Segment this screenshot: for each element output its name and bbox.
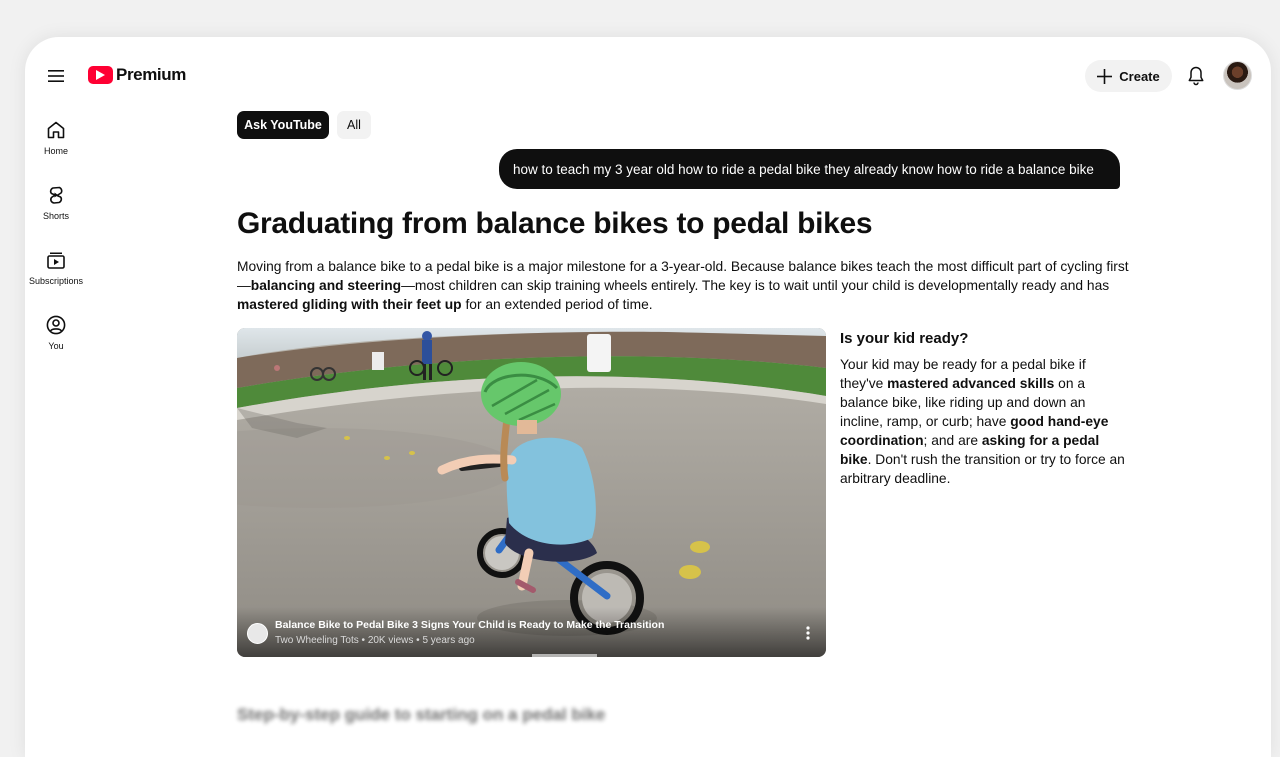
home-icon [47,121,65,139]
sidebar-item-label: Shorts [42,211,69,221]
ready-heading: Is your kid ready? [840,330,969,347]
avatar[interactable] [1223,61,1252,90]
youtube-play-icon [88,66,113,84]
channel-avatar-icon [247,623,268,644]
video-meta: Two Wheeling Tots • 20K views • 5 years … [275,635,475,646]
sidebar-item-label: Subscriptions [28,276,84,286]
plus-icon [1097,68,1113,84]
create-label: Create [1119,68,1160,84]
brand-name: Premium [116,65,186,84]
video-progress-handle [532,654,597,657]
sidebar-item-shorts[interactable]: Shorts [25,184,87,221]
user-query-bubble: how to teach my 3 year old how to ride a… [499,149,1120,189]
subscriptions-icon [47,252,65,269]
answer-headline: Graduating from balance bikes to pedal b… [237,207,873,240]
youtube-premium-logo[interactable]: Premium [88,65,186,85]
shorts-icon [49,186,63,204]
notifications-bell-icon[interactable] [1184,64,1208,88]
chip-ask-youtube[interactable]: Ask YouTube [237,111,329,139]
ready-paragraph: Your kid may be ready for a pedal bike i… [840,357,1125,486]
sidebar-item-label: You [48,341,64,351]
sidebar-item-label: Home [43,146,68,156]
app-window: Premium Create Home Shorts Subscriptions… [25,37,1271,757]
account-icon [46,315,66,335]
answer-intro: Moving from a balance bike to a pedal bi… [237,259,1129,312]
sidebar-item-you[interactable]: You [25,314,87,351]
video-info-bar: Balance Bike to Pedal Bike 3 Signs Your … [237,607,826,657]
next-section-heading: Step-by-step guide to starting on a peda… [237,705,606,724]
sidebar-item-subscriptions[interactable]: Subscriptions [25,249,87,286]
video-card[interactable]: Balance Bike to Pedal Bike 3 Signs Your … [237,328,826,657]
video-title[interactable]: Balance Bike to Pedal Bike 3 Signs Your … [275,619,664,631]
menu-icon[interactable] [43,65,69,87]
chip-all[interactable]: All [337,111,371,139]
create-button[interactable]: Create [1085,60,1172,92]
more-options-icon[interactable] [806,626,810,640]
sidebar-item-home[interactable]: Home [25,119,87,156]
